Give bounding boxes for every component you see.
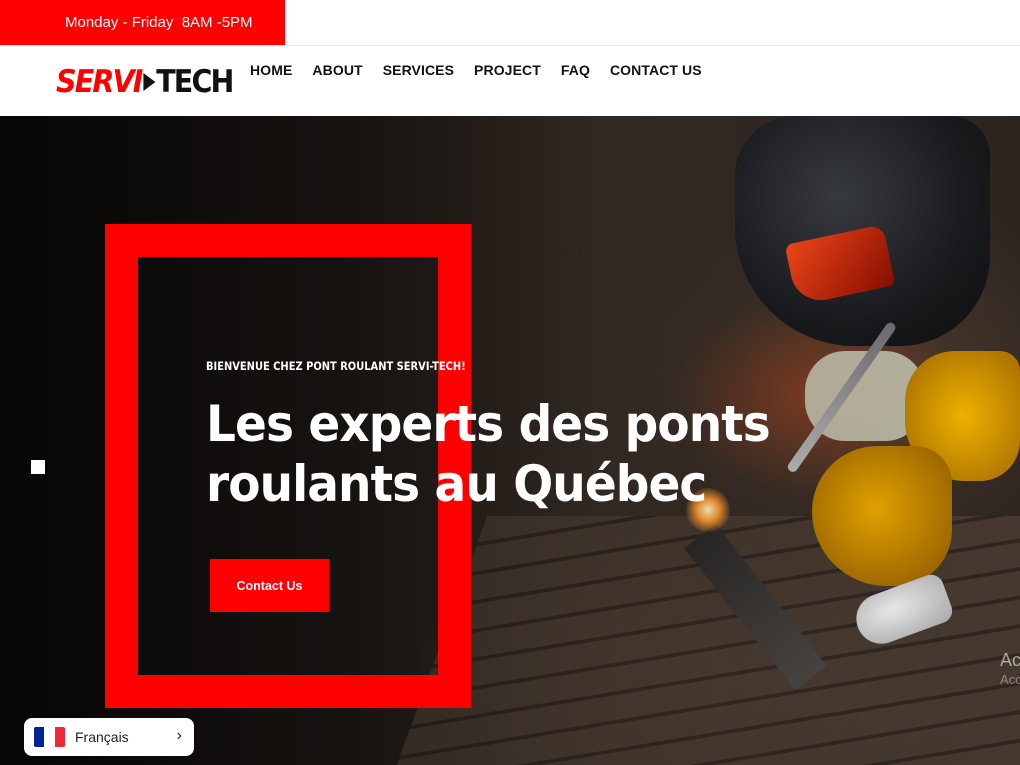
hero-section: BIENVENUE CHEZ PONT ROULANT SERVI-TECH! … [0, 116, 1020, 765]
hero-title: Les experts des ponts roulants au Québec [206, 394, 808, 514]
chevron-right-icon: › [176, 727, 182, 744]
nav-services[interactable]: SERVICES [383, 62, 454, 78]
servitech-logo[interactable]: SERVI TECH [56, 64, 234, 100]
nav-home[interactable]: HOME [250, 62, 292, 78]
top-bar: Monday - Friday 8AM -5PM [0, 0, 1020, 45]
nav-about[interactable]: ABOUT [312, 62, 362, 78]
language-label: Français [75, 729, 129, 745]
hero-kicker: BIENVENUE CHEZ PONT ROULANT SERVI-TECH! [206, 359, 466, 373]
france-flag-icon [34, 727, 65, 747]
nav-contact-us[interactable]: CONTACT US [610, 62, 702, 78]
watermark-line-2: Acc [1000, 672, 1020, 687]
language-switcher[interactable]: Français › [24, 718, 194, 756]
contact-us-button[interactable]: Contact Us [210, 559, 329, 612]
flag-stripe-white [44, 727, 55, 747]
play-arrow-icon [143, 73, 156, 91]
hero-title-line-2: roulants au Québec [206, 455, 707, 513]
logo-text-tech: TECH [156, 64, 234, 100]
main-nav: HOME ABOUT SERVICES PROJECT FAQ CONTACT … [250, 62, 702, 78]
nav-project[interactable]: PROJECT [474, 62, 541, 78]
business-hours: Monday - Friday 8AM -5PM [0, 0, 285, 45]
logo-text-servi: SERVI [56, 64, 143, 100]
activation-watermark: Ac Acc [1000, 650, 1020, 690]
site-header: SERVI TECH HOME ABOUT SERVICES PROJECT F… [0, 45, 1020, 116]
watermark-line-1: Ac [1000, 650, 1020, 670]
nav-faq[interactable]: FAQ [561, 62, 590, 78]
slider-dot[interactable] [31, 460, 45, 474]
flag-stripe-red [54, 727, 65, 747]
hero-title-line-1: Les experts des ponts [206, 395, 771, 453]
flag-stripe-blue [34, 727, 45, 747]
